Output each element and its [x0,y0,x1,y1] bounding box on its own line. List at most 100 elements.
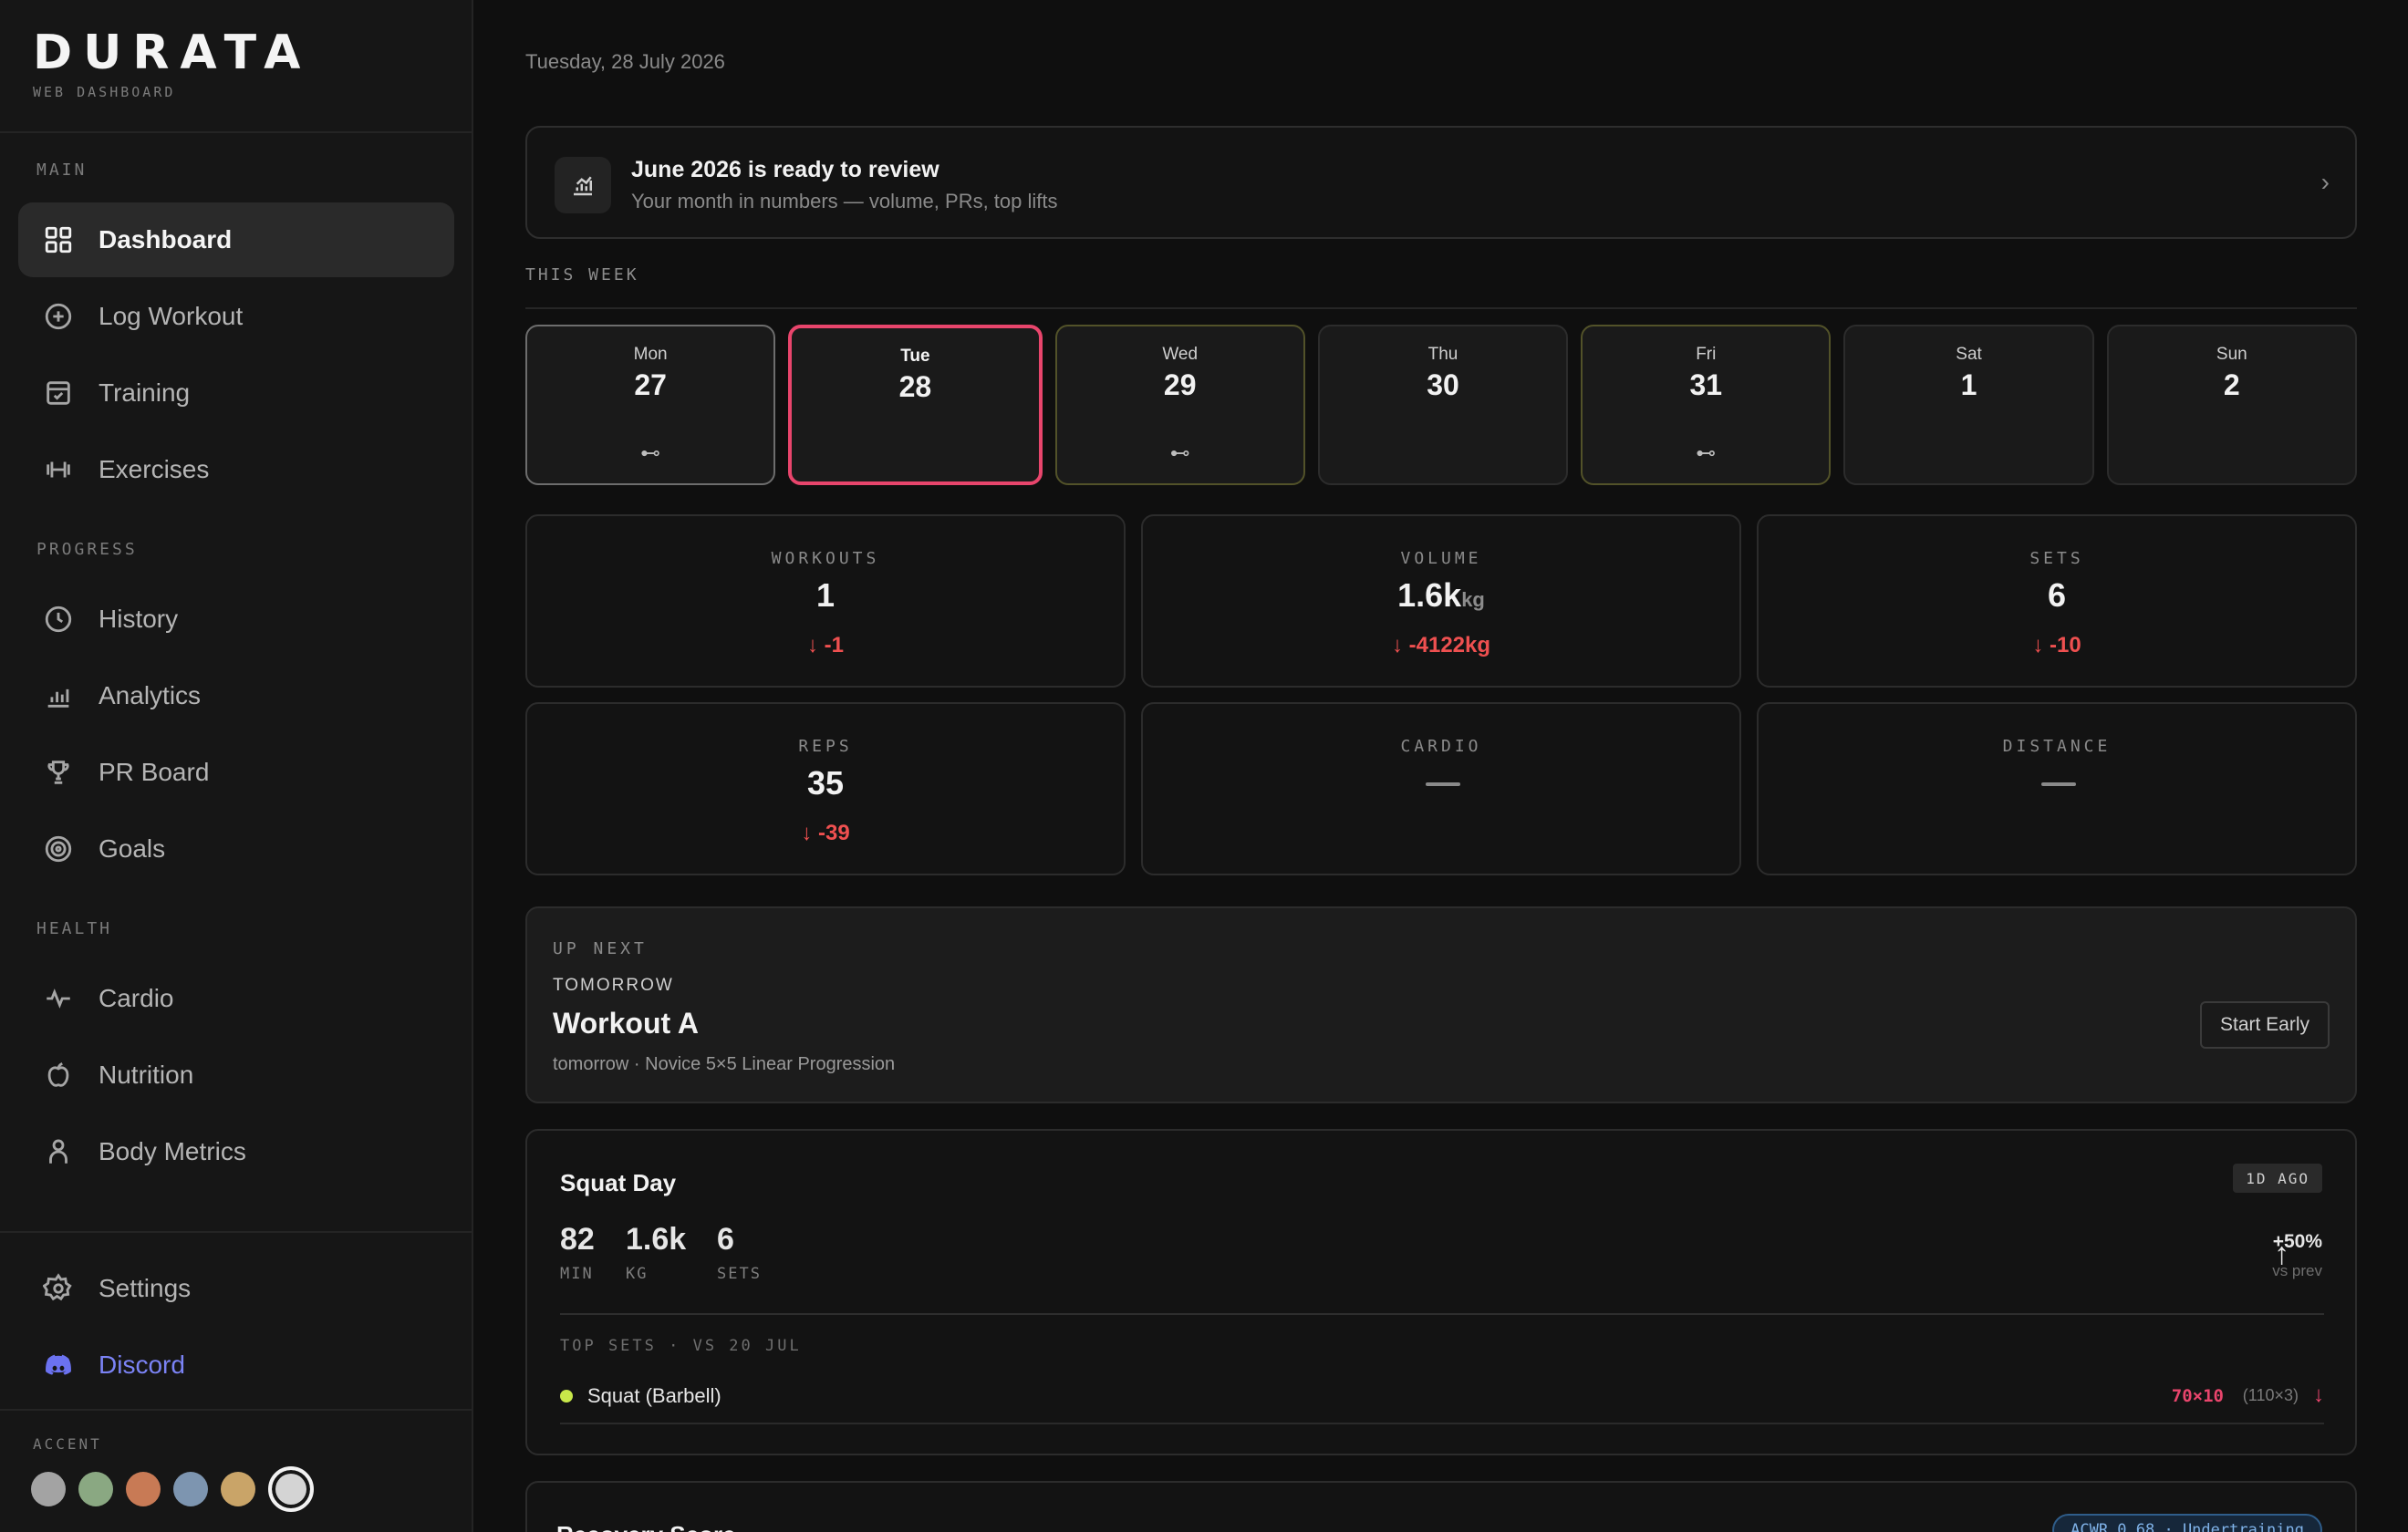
recovery-title: Recovery Score [556,1521,736,1532]
start-early-button[interactable]: Start Early [2200,1001,2330,1049]
week-strip: Mon 27 ⊷ Tue 28 Wed 29 ⊷ Thu 30 Fri 31 ⊷ Sat 1 Su… [525,325,2357,485]
current-set: 70×10 [2171,1386,2224,1406]
current-date: Tuesday, 28 July 2026 [525,50,725,73]
accent-swatch-selected[interactable] [268,1466,314,1512]
accent-swatch[interactable] [221,1472,255,1506]
plus-circle-icon [42,300,75,333]
sidebar-item-training[interactable]: Training [18,356,454,430]
metric-value: 6 [717,1222,734,1257]
sidebar-item-dashboard[interactable]: Dashboard [18,202,454,277]
day-number: 27 [634,368,667,401]
day-card[interactable]: Fri 31 ⊷ [1581,325,1832,485]
bar-chart-icon [42,679,75,712]
chevron-right-icon: › [2320,168,2330,196]
day-name: Sun [2216,345,2247,364]
day-card[interactable]: Sun 2 [2106,325,2357,485]
accent-swatches [31,1466,314,1512]
dumbbell-icon [42,453,75,486]
sidebar-item-discord[interactable]: Discord [18,1328,454,1403]
discord-icon [42,1349,75,1382]
trophy-icon [42,756,75,789]
empty-value-dash [1426,782,1460,786]
sidebar-item-analytics[interactable]: Analytics [18,658,454,733]
section-label-progress: PROGRESS [36,540,138,559]
day-card[interactable]: Sat 1 [1843,325,2094,485]
accent-swatch[interactable] [126,1472,161,1506]
trend-percent: +50% [2272,1231,2322,1252]
arrow-down-icon: ↓ [2313,1382,2324,1407]
exercise-name: Squat (Barbell) [587,1384,721,1407]
brand[interactable]: DURATA WEB DASHBOARD [33,29,311,100]
day-number: 1 [1960,368,1977,401]
sidebar-item-goals[interactable]: Goals [18,812,454,886]
stat-label: CARDIO [1400,737,1482,756]
previous-set: (110×3) [2242,1386,2299,1404]
sidebar-item-log-workout[interactable]: Log Workout [18,279,454,354]
accent-swatch[interactable] [78,1472,113,1506]
sidebar-item-label: Discord [99,1351,185,1379]
trend-caption: vs prev [2272,1262,2322,1279]
sidebar-item-label: PR Board [99,758,210,786]
day-number: 28 [898,370,932,403]
stat-value: 1 [527,576,1124,615]
sidebar-item-label: Log Workout [99,302,244,330]
day-card[interactable]: Tue 28 [788,325,1043,485]
top-sets-label: TOP SETS · VS 20 JUL [560,1337,802,1355]
recovery-score-card: Recovery Score ACWR 0.68 · Undertraining [525,1481,2357,1532]
stat-value: 35 [527,764,1124,802]
sidebar-item-label: Cardio [99,984,174,1012]
sidebar: DURATA WEB DASHBOARD MAIN Dashboard Log … [0,0,473,1532]
stat-distance: DISTANCE [1757,702,2357,875]
target-icon [42,833,75,865]
review-subtitle: Your month in numbers — volume, PRs, top… [631,190,1058,212]
sidebar-item-pr-board[interactable]: PR Board [18,735,454,810]
time-ago-badge: 1D AGO [2233,1164,2322,1193]
sidebar-item-label: History [99,605,179,633]
accent-label: ACCENT [33,1435,102,1453]
card-divider [560,1313,2324,1315]
day-card[interactable]: Thu 30 [1317,325,1569,485]
stat-delta: ↓ -10 [2032,633,2081,657]
stat-delta: ↓ -1 [806,633,844,657]
stat-value: 1.6kkg [1143,576,1739,615]
this-week-label: THIS WEEK [525,265,639,285]
stat-delta: ↓ -39 [801,821,850,845]
month-review-banner[interactable]: June 2026 is ready to review Your month … [525,126,2357,239]
metric-duration: 82 MIN [560,1222,595,1283]
exercise-dot [560,1390,573,1403]
sidebar-item-settings[interactable]: Settings [18,1251,454,1326]
day-card[interactable]: Mon 27 ⊷ [525,325,776,485]
sidebar-item-exercises[interactable]: Exercises [18,432,454,507]
chart-icon [555,157,611,213]
stat-label: WORKOUTS [771,549,880,568]
last-workout-card[interactable]: Squat Day 1D AGO 82 MIN 1.6k KG 6 SETS ↑ +5… [525,1129,2357,1455]
metric-label: KG [626,1265,649,1283]
sidebar-item-label: Analytics [99,681,202,709]
review-title: June 2026 is ready to review [631,157,939,182]
accent-swatch[interactable] [31,1472,66,1506]
brand-logo: DURATA [33,26,312,80]
day-card[interactable]: Wed 29 ⊷ [1054,325,1305,485]
top-set-row: Squat (Barbell) 70×10 (110×3) ↓ [560,1377,2324,1424]
metric-sets: 6 SETS [717,1222,762,1283]
day-number: 2 [2223,368,2240,401]
clock-icon [42,603,75,636]
gear-icon [42,1272,75,1305]
pulse-icon [42,982,75,1015]
sidebar-item-label: Nutrition [99,1061,194,1089]
sidebar-item-nutrition[interactable]: Nutrition [18,1038,454,1113]
sidebar-item-cardio[interactable]: Cardio [18,961,454,1036]
empty-value-dash [2041,782,2076,786]
apple-icon [42,1059,75,1092]
up-next-title: Workout A [553,1007,699,1040]
up-next-label: UP NEXT [553,939,648,958]
stat-sets: SETS 6 ↓ -10 [1757,514,2357,688]
sidebar-item-body-metrics[interactable]: Body Metrics [18,1114,454,1189]
section-label-health: HEALTH [36,919,113,938]
metric-label: SETS [717,1265,762,1283]
stat-workouts: WORKOUTS 1 ↓ -1 [525,514,1126,688]
day-name: Sat [1956,345,1982,364]
day-number: 31 [1689,368,1723,401]
sidebar-item-history[interactable]: History [18,582,454,657]
accent-swatch[interactable] [173,1472,208,1506]
